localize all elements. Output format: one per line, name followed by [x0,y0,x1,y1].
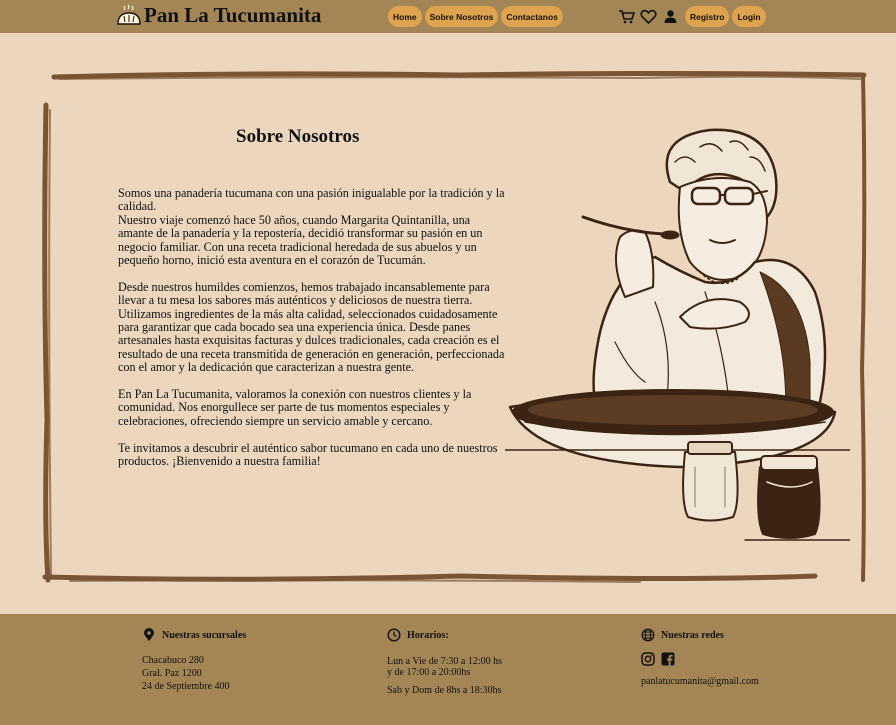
nav-home-button[interactable]: Home [388,6,422,27]
nav-about-button[interactable]: Sobre Nosotros [424,6,499,27]
nav-contact-button[interactable]: Contactanos [501,6,563,27]
paragraph-intro: Somos una panadería tucumana con una pas… [118,186,505,268]
social-title: Nuestras redes [661,629,724,641]
login-button[interactable]: Login [732,6,766,27]
branches-title: Nuestras sucursales [162,629,247,641]
instagram-icon[interactable] [641,652,655,666]
auth-buttons: Registro Login [685,6,766,27]
paragraph-mission: Desde nuestros humildes comienzos, hemos… [118,279,505,375]
paragraph-community: En Pan La Tucumanita, valoramos la conex… [118,387,472,428]
hours-weekday-evening: y de 17:00 a 20:00hs [387,667,471,678]
clock-icon [387,628,401,642]
footer-hours: Horarios: Lun a Vie de 7:30 a 12:00 hs y… [387,628,502,697]
header-icons [618,8,679,25]
branch-address: 24 de Septiembre 400 [142,681,230,692]
facebook-icon[interactable] [661,652,675,666]
bread-logo-icon [117,4,141,25]
hours-title: Horarios: [407,629,449,641]
cart-icon[interactable] [618,8,636,25]
page-title: Sobre Nosotros [236,126,360,147]
grandmother-illustration [505,128,850,541]
hours-weekend: Sab y Dom de 8hs a 18:30hs [387,685,502,696]
brand[interactable]: Pan La Tucumanita [116,3,321,28]
site-footer: Nuestras sucursales Chacabuco 280 Gral. … [0,614,896,725]
contact-email[interactable]: panlatucumanita@gmail.com [641,675,759,688]
paragraph-invitation: Te invitamos a descubrir el auténtico sa… [118,440,498,469]
hours-weekday: Lun a Vie de 7:30 a 12:00 hs [387,656,503,667]
branch-address: Chacabuco 280 [142,655,204,666]
branch-address: Gral. Paz 1200 [142,668,202,679]
about-text: Somos una panadería tucumana con una pas… [118,186,508,482]
footer-branches: Nuestras sucursales Chacabuco 280 Gral. … [142,628,246,693]
location-pin-icon [144,628,154,641]
globe-icon [641,628,655,642]
site-header: Pan La Tucumanita Home Sobre Nosotros Co… [0,0,896,33]
register-button[interactable]: Registro [685,6,730,27]
heart-icon[interactable] [640,8,657,25]
brand-name: Pan La Tucumanita [144,3,322,27]
footer-social: Nuestras redes panlatucumanita@gmail.com [641,628,759,688]
user-icon[interactable] [662,8,679,25]
main-nav: Home Sobre Nosotros Contactanos [388,6,563,27]
